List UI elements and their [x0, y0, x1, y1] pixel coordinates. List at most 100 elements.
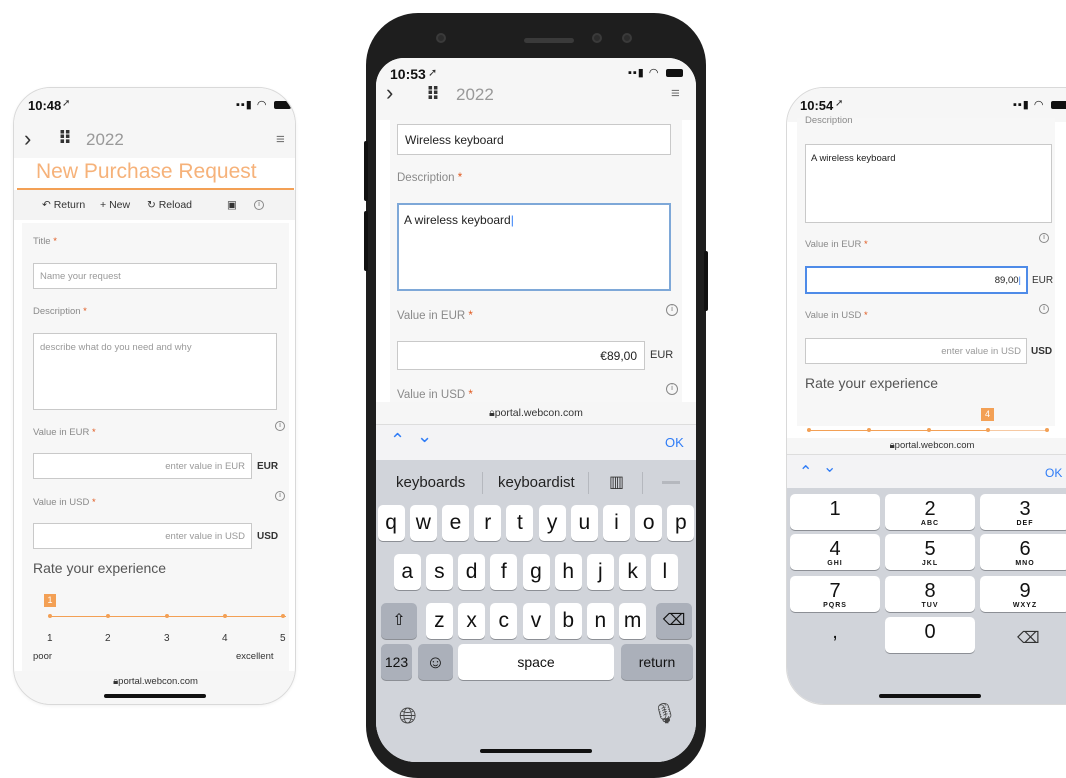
key-n[interactable]: n [586, 603, 614, 639]
info-icon[interactable]: i [254, 200, 264, 210]
key-d[interactable]: d [458, 554, 486, 590]
key-g[interactable]: g [522, 554, 550, 590]
url-bar[interactable]: 🔒︎portal.webcon.com [787, 440, 1066, 451]
reload-button[interactable]: ↻ Reload [147, 199, 192, 211]
key-f[interactable]: f [490, 554, 518, 590]
ok-button[interactable]: OK [1045, 466, 1062, 480]
slider-stop[interactable] [927, 428, 931, 432]
piano-icon[interactable]: ▥ [609, 472, 624, 492]
microphone-icon[interactable]: 🎙︎ [652, 701, 677, 726]
usd-info-icon[interactable]: i [275, 491, 285, 501]
key-u[interactable]: u [570, 505, 598, 541]
slider-stop[interactable] [1045, 428, 1049, 432]
key-p[interactable]: p [667, 505, 695, 541]
suggestion-item[interactable]: keyboards [396, 474, 465, 491]
slider-stop[interactable] [106, 614, 110, 618]
key-w[interactable]: w [409, 505, 437, 541]
rating-slider-filled[interactable] [807, 430, 987, 431]
numpad-key-3[interactable]: 3 DEF [980, 494, 1066, 530]
numpad-key-9[interactable]: 9 WXYZ [980, 576, 1066, 612]
usd-info-icon[interactable]: i [1039, 304, 1049, 314]
menu-icon[interactable]: ≡ [671, 85, 680, 102]
slider-stop[interactable] [867, 428, 871, 432]
menu-icon[interactable]: ≡ [276, 131, 285, 148]
chevron-right-icon[interactable]: › [386, 80, 393, 106]
suggestion-item[interactable]: keyboardist [498, 474, 575, 491]
chevron-right-icon[interactable]: › [24, 126, 31, 152]
tick-label: 4 [222, 633, 228, 644]
numpad-key-8[interactable]: 8 TUV [885, 576, 975, 612]
return-button[interactable]: ↶ Return [42, 199, 85, 211]
numbers-key[interactable]: 123 [381, 644, 412, 680]
key-k[interactable]: k [619, 554, 647, 590]
eur-input[interactable]: 89,00| [805, 266, 1028, 294]
usd-input[interactable]: enter value in USD [805, 338, 1027, 364]
key-a[interactable]: a [393, 554, 421, 590]
status-time: 10:53 [390, 66, 426, 82]
slider-stop[interactable] [165, 614, 169, 618]
delete-key[interactable]: ⌫ [656, 603, 692, 639]
emoji-key[interactable]: ☺ [418, 644, 453, 680]
eur-input[interactable]: enter value in EUR [33, 453, 252, 479]
key-s[interactable]: s [425, 554, 453, 590]
new-button[interactable]: + New [100, 199, 130, 211]
slider-stop[interactable] [986, 428, 990, 432]
key-z[interactable]: z [425, 603, 453, 639]
eur-info-icon[interactable]: i [666, 304, 678, 316]
next-field-icon[interactable]: ⌃ [823, 455, 836, 475]
key-o[interactable]: o [635, 505, 663, 541]
description-textarea[interactable]: A wireless keyboard [805, 144, 1052, 223]
next-field-icon[interactable]: ⌃ [417, 424, 432, 445]
key-x[interactable]: x [458, 603, 486, 639]
key-y[interactable]: y [538, 505, 566, 541]
title-input[interactable]: Wireless keyboard [397, 124, 671, 155]
numpad-key-1[interactable]: 1 [790, 494, 880, 530]
url-bar[interactable]: 🔒︎portal.webcon.com [14, 676, 295, 687]
key-j[interactable]: j [586, 554, 614, 590]
key-r[interactable]: r [474, 505, 502, 541]
previous-field-icon[interactable]: ⌃ [390, 430, 405, 451]
numpad-key-5[interactable]: 5 JKL [885, 534, 975, 570]
title-input[interactable]: Name your request [33, 263, 277, 289]
usd-input[interactable]: enter value in USD [33, 523, 252, 549]
numpad-key-4[interactable]: 4 GHI [790, 534, 880, 570]
key-q[interactable]: q [377, 505, 405, 541]
key-e[interactable]: e [442, 505, 469, 541]
key-h[interactable]: h [554, 554, 582, 590]
key-t[interactable]: t [506, 505, 534, 541]
space-key[interactable]: space [458, 644, 614, 680]
ok-button[interactable]: OK [665, 435, 684, 450]
office-icon[interactable]: ▣ [227, 199, 237, 211]
key-l[interactable]: l [651, 554, 679, 590]
slider-stop[interactable] [807, 428, 811, 432]
eur-input[interactable]: €89,00 [397, 341, 645, 370]
numpad-key-0[interactable]: 0 [885, 617, 975, 653]
previous-field-icon[interactable]: ⌃ [799, 462, 812, 482]
url-bar[interactable]: 🔒︎portal.webcon.com [376, 407, 696, 420]
description-textarea[interactable]: describe what do you need and why [33, 333, 277, 410]
slider-stop[interactable] [223, 614, 227, 618]
slider-stop[interactable] [281, 614, 285, 618]
key-v[interactable]: v [522, 603, 550, 639]
app-launcher-icon[interactable]: ⠿ [58, 128, 72, 149]
globe-icon[interactable]: 🌐︎ [399, 703, 417, 729]
numpad-key-2[interactable]: 2 ABC [885, 494, 975, 530]
shift-key[interactable]: ⇧ [381, 603, 417, 639]
numpad-key-comma[interactable]: , [790, 617, 880, 653]
key-b[interactable]: b [554, 603, 582, 639]
slider-stop[interactable] [48, 614, 52, 618]
key-i[interactable]: i [603, 505, 630, 541]
return-key[interactable]: return [621, 644, 693, 680]
numpad-key-6[interactable]: 6 MNO [980, 534, 1066, 570]
backspace-icon[interactable]: ⌫ [1017, 628, 1040, 648]
eur-info-icon[interactable]: i [275, 421, 285, 431]
app-launcher-icon[interactable]: ⠿ [426, 84, 440, 105]
numpad-key-7[interactable]: 7 PQRS [790, 576, 880, 612]
usd-info-icon[interactable]: i [666, 383, 678, 395]
key-c[interactable]: c [490, 603, 518, 639]
rating-slider-track[interactable] [987, 430, 1047, 431]
overflow-icon[interactable] [662, 481, 680, 484]
eur-info-icon[interactable]: i [1039, 233, 1049, 243]
key-m[interactable]: m [619, 603, 647, 639]
description-textarea[interactable]: A wireless keyboard| [397, 203, 671, 291]
